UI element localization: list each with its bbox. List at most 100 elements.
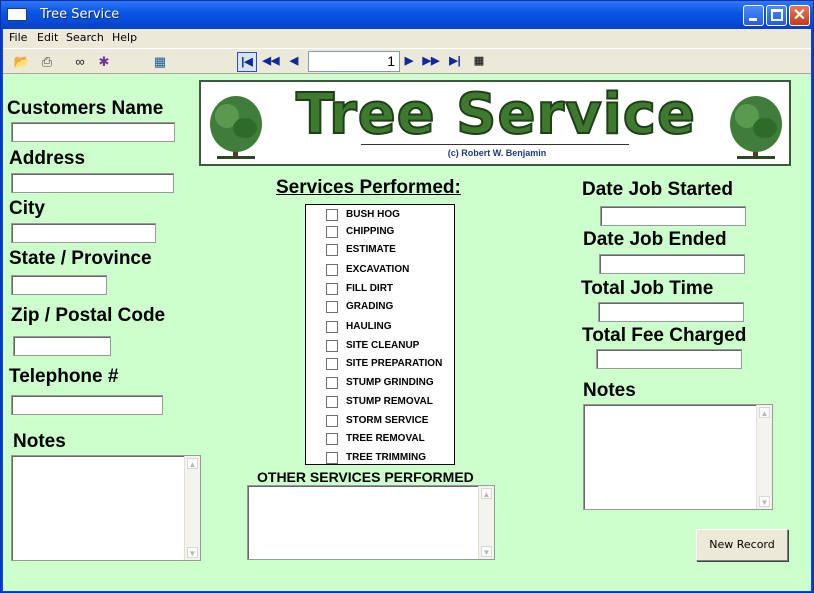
service-checkbox[interactable] [326, 340, 338, 352]
other-services-label: OTHER SERVICES PERFORMED [257, 469, 474, 485]
service-checkbox[interactable] [326, 226, 338, 238]
service-checkbox[interactable] [326, 452, 338, 464]
telephone-input[interactable] [11, 395, 163, 415]
service-item[interactable]: CHIPPING [326, 225, 454, 239]
scroll-up-icon[interactable]: ▲ [759, 407, 770, 418]
service-item[interactable]: ESTIMATE [326, 243, 454, 257]
menu-edit[interactable]: Edit [37, 31, 58, 44]
total-fee-input[interactable] [596, 349, 742, 369]
zip-input[interactable] [13, 336, 111, 356]
banner-rule [361, 144, 629, 145]
notes-right-textarea[interactable]: ▲ ▼ [583, 404, 773, 510]
scroll-down-icon[interactable]: ▼ [759, 496, 770, 507]
service-checkbox[interactable] [326, 396, 338, 408]
form-area: Customers Name Address City State / Prov… [3, 74, 811, 591]
notes-left-textarea[interactable]: ▲ ▼ [11, 455, 201, 561]
notes-right-label: Notes [583, 380, 636, 401]
maximize-button[interactable] [766, 5, 787, 26]
service-checkbox[interactable] [326, 244, 338, 256]
last-record-button[interactable]: ▶| [445, 52, 465, 72]
record-number-input[interactable]: 1 [308, 51, 400, 72]
date-started-label: Date Job Started [582, 179, 733, 200]
minimize-icon [749, 18, 757, 21]
service-checkbox[interactable] [326, 377, 338, 389]
new-record-button[interactable]: New Record [696, 529, 788, 561]
services-list: BUSH HOG CHIPPING ESTIMATE EXCAVATION FI… [305, 204, 455, 465]
calculator-icon[interactable]: ▦ [151, 53, 169, 70]
maximize-icon [771, 9, 783, 21]
address-label: Address [9, 148, 86, 169]
service-item[interactable]: EXCAVATION [326, 263, 454, 277]
printer-icon[interactable]: ⎙ [38, 53, 56, 70]
binoculars-icon[interactable]: ∞ [71, 53, 89, 70]
menu-search[interactable]: Search [66, 31, 104, 44]
service-checkbox[interactable] [326, 321, 338, 333]
scroll-up-icon[interactable]: ▲ [187, 458, 198, 469]
next-record-button[interactable]: ▶ [399, 52, 419, 72]
service-item[interactable]: STUMP REMOVAL [326, 395, 454, 409]
service-item[interactable]: SITE CLEANUP [326, 339, 454, 353]
service-item[interactable]: STUMP GRINDING [326, 376, 454, 390]
total-fee-label: Total Fee Charged [582, 325, 747, 346]
city-label: City [9, 198, 45, 219]
close-button[interactable]: ✕ [789, 5, 810, 26]
zip-label: Zip / Postal Code [11, 305, 166, 326]
service-item[interactable]: GRADING [326, 300, 454, 314]
minimize-button[interactable] [743, 5, 764, 26]
service-checkbox[interactable] [326, 283, 338, 295]
service-item[interactable]: FILL DIRT [326, 282, 454, 296]
scroll-down-icon[interactable]: ▼ [187, 547, 198, 558]
menu-file[interactable]: File [9, 31, 27, 44]
service-item[interactable]: TREE REMOVAL [326, 432, 454, 446]
service-checkbox[interactable] [326, 415, 338, 427]
service-checkbox[interactable] [326, 264, 338, 276]
date-ended-label: Date Job Ended [583, 229, 727, 250]
menu-bar: File Edit Search Help [3, 29, 811, 48]
date-started-input[interactable] [600, 206, 746, 226]
toolbar: 📂 ⎙ ∞ ✱ ▦ |◀ ◀◀ ◀ 1 ▶ ▶▶ ▶| ▦ [3, 48, 811, 74]
search-tool-icon[interactable]: ✱ [95, 53, 113, 70]
other-services-textarea[interactable]: ▲ ▼ [247, 485, 495, 560]
service-item[interactable]: TREE TRIMMING [326, 451, 454, 465]
open-folder-icon[interactable]: 📂 [13, 53, 31, 70]
telephone-label: Telephone # [9, 366, 119, 387]
customers-name-input[interactable] [11, 122, 175, 142]
state-input[interactable] [11, 275, 107, 295]
service-checkbox[interactable] [326, 209, 338, 221]
total-time-label: Total Job Time [581, 278, 714, 299]
menu-help[interactable]: Help [112, 31, 137, 44]
service-item[interactable]: HAULING [326, 320, 454, 334]
scroll-down-icon[interactable]: ▼ [481, 546, 492, 557]
banner-credit: (c) Robert W. Benjamin [447, 148, 547, 158]
service-item[interactable]: STORM SERVICE [326, 414, 454, 428]
city-input[interactable] [11, 223, 156, 243]
grid-view-icon[interactable]: ▦ [469, 52, 489, 72]
date-ended-input[interactable] [599, 254, 745, 274]
customers-name-label: Customers Name [7, 98, 164, 119]
window-title: Tree Service [40, 7, 120, 22]
previous-record-button[interactable]: ◀ [284, 52, 304, 72]
previous-page-button[interactable]: ◀◀ [261, 52, 281, 72]
banner-title: Tree Service [295, 82, 696, 147]
app-window: Tree Service ✕ File Edit Search Help 📂 ⎙… [0, 0, 814, 593]
close-icon: ✕ [792, 7, 807, 24]
notes-left-scrollbar[interactable]: ▲ ▼ [184, 456, 200, 560]
other-services-scrollbar[interactable]: ▲ ▼ [478, 486, 494, 559]
service-checkbox[interactable] [326, 433, 338, 445]
service-checkbox[interactable] [326, 358, 338, 370]
first-record-button[interactable]: |◀ [237, 52, 257, 72]
total-time-input[interactable] [598, 302, 744, 322]
notes-right-scrollbar[interactable]: ▲ ▼ [756, 405, 772, 509]
app-icon [7, 8, 27, 21]
title-bar[interactable]: Tree Service ✕ [1, 1, 813, 29]
scroll-up-icon[interactable]: ▲ [481, 488, 492, 499]
address-input[interactable] [11, 173, 174, 193]
state-label: State / Province [9, 248, 152, 269]
service-item[interactable]: BUSH HOG [326, 208, 454, 222]
notes-left-label: Notes [13, 431, 66, 452]
services-title: Services Performed: [276, 177, 461, 198]
service-checkbox[interactable] [326, 301, 338, 313]
banner: Tree Service (c) Robert W. Benjamin [199, 80, 791, 166]
service-item[interactable]: SITE PREPARATION [326, 357, 454, 371]
next-page-button[interactable]: ▶▶ [421, 52, 441, 72]
